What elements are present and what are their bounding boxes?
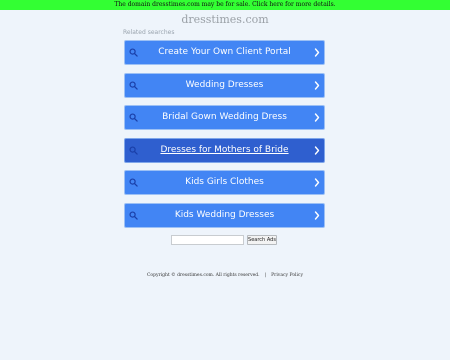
related-search-link-dresses-mothers-of-bride[interactable]: Dresses for Mothers of Bride bbox=[124, 137, 325, 163]
related-search-label: Create Your Own Client Portal bbox=[158, 47, 291, 57]
footer: Copyright © dresstimes.com. All rights r… bbox=[0, 272, 450, 280]
related-search-link-wedding-dresses[interactable]: Wedding Dresses bbox=[124, 72, 325, 98]
search-ads-button[interactable]: Search Ads bbox=[247, 235, 277, 245]
related-search-link-kids-girls-clothes[interactable]: Kids Girls Clothes bbox=[124, 170, 325, 195]
related-search-link-bridal-gown-wedding-dress[interactable]: Bridal Gown Wedding Dress bbox=[124, 105, 325, 130]
footer-separator: | bbox=[264, 273, 267, 278]
related-searches-list: Create Your Own Client Portal Wedding Dr… bbox=[124, 40, 326, 235]
chevron-right-icon bbox=[314, 113, 320, 122]
chevron-right-icon bbox=[314, 80, 320, 90]
search-icon bbox=[129, 210, 138, 220]
related-searches-label: Related searches bbox=[123, 29, 175, 36]
search-icon bbox=[129, 145, 138, 155]
chevron-right-icon bbox=[314, 178, 320, 187]
sale-banner[interactable]: The domain dresstimes.com may be for sal… bbox=[0, 0, 450, 10]
sale-banner-text[interactable]: The domain dresstimes.com may be for sal… bbox=[114, 1, 335, 8]
related-search-label: Bridal Gown Wedding Dress bbox=[162, 112, 287, 122]
chevron-right-icon bbox=[314, 48, 320, 57]
related-search-link-create-client-portal[interactable]: Create Your Own Client Portal bbox=[124, 40, 325, 65]
domain-title: dresstimes.com bbox=[181, 13, 269, 26]
copyright-text: Copyright © dresstimes.com. All rights r… bbox=[146, 273, 260, 278]
search-icon bbox=[129, 48, 138, 57]
search-icon bbox=[129, 80, 138, 90]
related-search-label: Kids Wedding Dresses bbox=[174, 209, 275, 220]
search-icon bbox=[129, 113, 138, 122]
search-ads-form: Search Ads bbox=[171, 235, 281, 245]
chevron-right-icon bbox=[314, 145, 320, 155]
privacy-policy-link[interactable]: Privacy Policy bbox=[271, 273, 303, 278]
search-ads-input[interactable] bbox=[171, 235, 244, 245]
chevron-right-icon bbox=[314, 210, 320, 220]
related-search-label: Dresses for Mothers of Bride bbox=[160, 144, 289, 155]
related-search-label: Wedding Dresses bbox=[185, 79, 264, 90]
related-search-label: Kids Girls Clothes bbox=[185, 177, 264, 187]
related-search-link-kids-wedding-dresses[interactable]: Kids Wedding Dresses bbox=[124, 202, 325, 228]
search-icon bbox=[129, 178, 138, 187]
